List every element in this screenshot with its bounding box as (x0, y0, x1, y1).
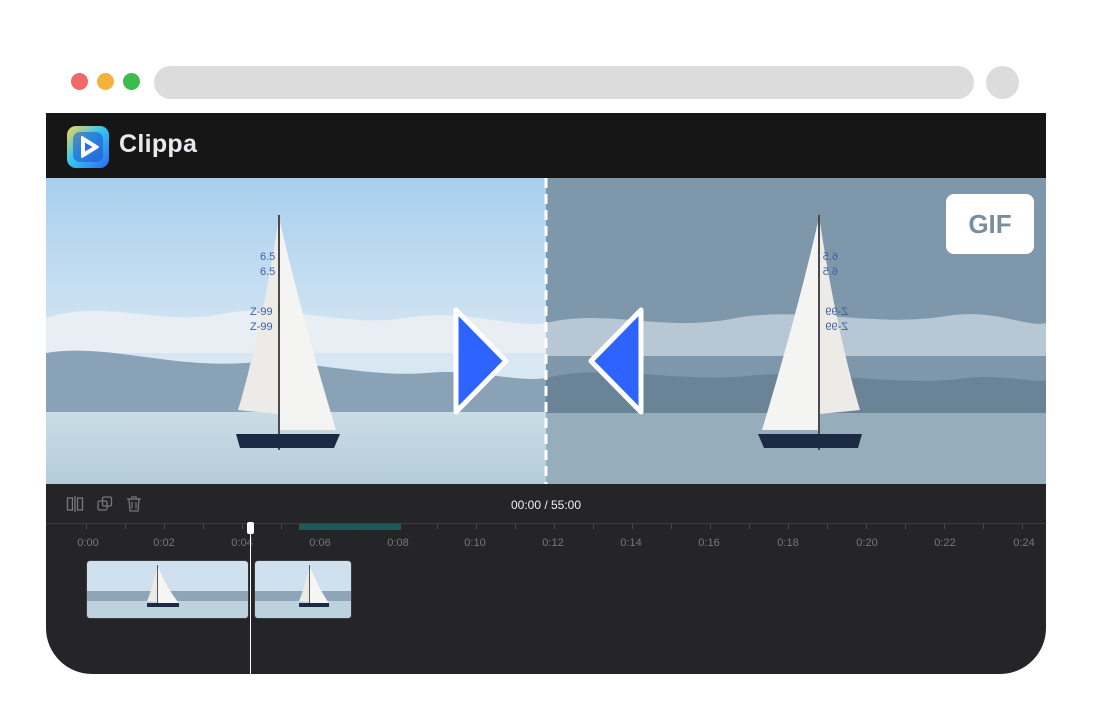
app-name: Clippa (119, 130, 198, 158)
ruler-tick (203, 524, 204, 529)
sailboat-clip-2[interactable] (254, 560, 352, 619)
ruler-tick (710, 524, 711, 529)
ruler-tick (1022, 524, 1023, 529)
video-preview: 6.5 6.5 Z-99 Z-99 GIF (46, 178, 1046, 484)
tick-label: 0:16 (698, 537, 720, 549)
app-header: Clippa (46, 113, 1046, 178)
tick-label: 0:22 (934, 537, 956, 549)
ruler-tick (632, 524, 633, 529)
ruler-tick (242, 524, 243, 529)
selection-range[interactable] (299, 524, 401, 530)
time-display: 00:00 / 55:00 (510, 498, 582, 512)
window-maximize-button[interactable] (123, 73, 140, 90)
ruler-tick (164, 524, 165, 529)
ruler-tick (398, 524, 399, 529)
tick-label: 0:24 (1013, 537, 1035, 549)
ruler-tick (983, 524, 984, 529)
ruler-tick (671, 524, 672, 529)
ruler-tick (515, 524, 516, 529)
ruler-tick (827, 524, 828, 529)
playhead-line[interactable] (250, 522, 251, 674)
tick-label: 0:06 (309, 537, 331, 549)
tick-label: 0:10 (464, 537, 486, 549)
gif-badge[interactable]: GIF (946, 194, 1034, 254)
ruler-tick (554, 524, 555, 529)
ruler-tick (905, 524, 906, 529)
timeline-ruler[interactable]: 0:00 0:02 0:04 0:06 0:08 0:10 0:12 0:14 … (46, 523, 1046, 558)
tick-label: 0:12 (542, 537, 564, 549)
playhead-handle[interactable] (247, 522, 254, 534)
ruler-tick (944, 524, 945, 529)
window-minimize-button[interactable] (97, 73, 114, 90)
ruler-tick (476, 524, 477, 529)
window-close-button[interactable] (71, 73, 88, 90)
tick-label: 0:20 (856, 537, 878, 549)
sailboat-preview-image: 6.5 6.5 Z-99 Z-99 (46, 178, 1046, 484)
ruler-tick (866, 524, 867, 529)
ruler-tick (281, 524, 282, 529)
ruler-tick (359, 524, 360, 529)
clippa-play-logo-icon (67, 126, 109, 168)
tick-label: 0:00 (77, 537, 99, 549)
ruler-tick (788, 524, 789, 529)
ruler-tick (437, 524, 438, 529)
tick-label: 0:14 (620, 537, 642, 549)
tick-label: 0:08 (387, 537, 409, 549)
ruler-tick (749, 524, 750, 529)
ruler-tick (320, 524, 321, 529)
editor-toolbar: 00:00 / 55:00 (46, 484, 1046, 524)
ruler-tick (125, 524, 126, 529)
tick-label: 0:18 (777, 537, 799, 549)
address-bar[interactable] (154, 66, 974, 99)
ruler-tick (593, 524, 594, 529)
tick-label: 0:02 (153, 537, 175, 549)
sailboat-clip-1[interactable] (86, 560, 249, 619)
ruler-tick (86, 524, 87, 529)
clippa-app: Clippa 6.5 6.5 (46, 113, 1046, 674)
browser-menu-button[interactable] (986, 66, 1019, 99)
